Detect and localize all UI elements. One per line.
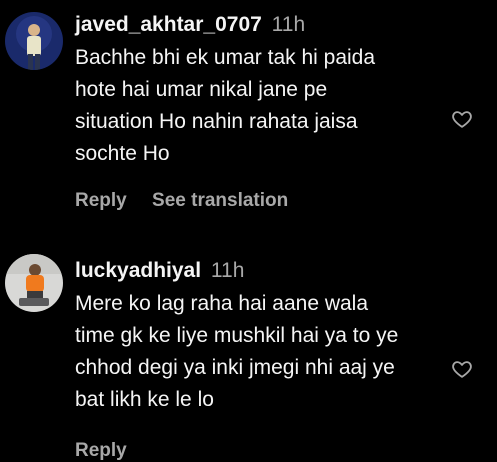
see-translation-button[interactable]: See translation <box>152 190 288 211</box>
comment-header: javed_akhtar_0707 11h <box>75 12 467 38</box>
timestamp: 11h <box>271 13 306 36</box>
comment-text: Bachhe bhi ek umar tak hi paida hote hai… <box>75 46 376 165</box>
username-link[interactable]: luckyadhiyal <box>75 259 201 282</box>
heart-outline-icon[interactable] <box>451 358 473 380</box>
comment-actions: Reply See translation <box>75 190 467 212</box>
comment-item: luckyadhiyal 11h Mere ko lag raha hai aa… <box>0 238 497 461</box>
reply-button[interactable]: Reply <box>75 190 127 211</box>
comment-actions: Reply <box>75 440 467 462</box>
comment-body: javed_akhtar_0707 11h Bachhe bhi ek umar… <box>75 12 472 212</box>
avatar[interactable] <box>5 12 63 70</box>
comment-body: luckyadhiyal 11h Mere ko lag raha hai aa… <box>75 258 472 462</box>
comment-item: javed_akhtar_0707 11h Bachhe bhi ek umar… <box>0 0 497 222</box>
timestamp: 11h <box>210 259 245 282</box>
reply-button[interactable]: Reply <box>75 440 127 461</box>
username-link[interactable]: javed_akhtar_0707 <box>75 13 262 36</box>
comment-text: Mere ko lag raha hai aane wala time gk k… <box>75 292 399 411</box>
avatar-image <box>5 12 63 70</box>
heart-outline-icon[interactable] <box>451 108 473 130</box>
comment-header: luckyadhiyal 11h <box>75 258 467 284</box>
avatar-image <box>5 254 63 312</box>
avatar[interactable] <box>5 254 63 312</box>
